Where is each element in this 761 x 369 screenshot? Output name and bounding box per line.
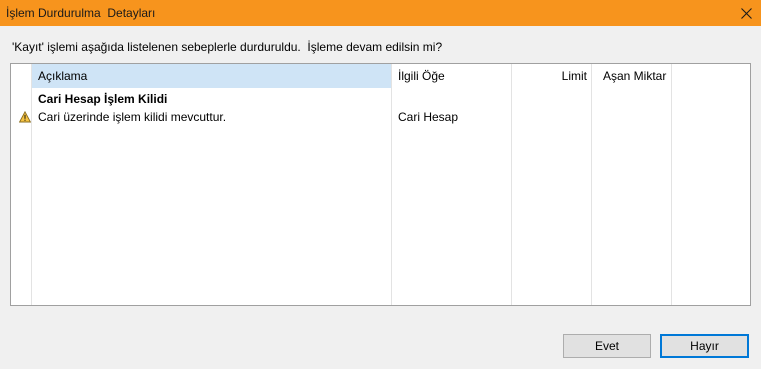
column-divider xyxy=(671,64,672,305)
column-divider xyxy=(391,64,392,305)
close-icon xyxy=(740,7,752,19)
group-title: Cari Hesap İşlem Kilidi xyxy=(38,92,168,106)
column-header-related-item[interactable]: İlgili Öğe xyxy=(398,64,445,88)
warning-icon xyxy=(18,110,32,123)
reasons-table[interactable]: Açıklama İlgili Öğe Limit Aşan Miktar Ca… xyxy=(10,63,751,306)
column-header-exceeding-amount[interactable]: Aşan Miktar xyxy=(603,64,666,88)
no-button[interactable]: Hayır xyxy=(660,334,749,358)
column-divider xyxy=(511,64,512,305)
row-limit xyxy=(512,108,587,126)
window-title: İşlem Durdurulma Detayları xyxy=(6,6,156,20)
close-button[interactable] xyxy=(731,0,761,26)
column-header-limit[interactable]: Limit xyxy=(512,64,587,88)
confirmation-message: 'Kayıt' işlemi aşağıda listelenen sebepl… xyxy=(12,40,443,54)
row-related-item: Cari Hesap xyxy=(398,110,459,124)
column-header-description[interactable]: Açıklama xyxy=(32,64,391,88)
row-description: Cari üzerinde işlem kilidi mevcuttur. xyxy=(38,110,227,124)
column-divider xyxy=(31,64,32,305)
column-divider xyxy=(591,64,592,305)
title-bar: İşlem Durdurulma Detayları xyxy=(0,0,761,26)
yes-button[interactable]: Evet xyxy=(563,334,651,358)
